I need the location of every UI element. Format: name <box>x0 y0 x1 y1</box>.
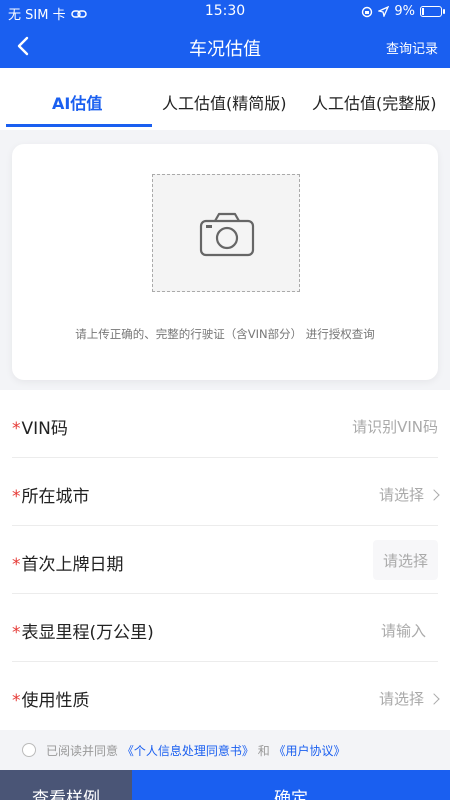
battery-icon <box>420 6 445 17</box>
required-mark: * <box>12 487 21 507</box>
agreement-prefix: 已阅读并同意 <box>46 744 119 758</box>
agreement-middle: 和 <box>257 744 270 758</box>
tab-ai-valuation[interactable]: AI估值 <box>52 90 102 114</box>
query-records-link[interactable]: 查询记录 <box>386 38 438 57</box>
rotation-lock-icon <box>362 6 373 17</box>
tab-manual-simple[interactable]: 人工估值(精简版) <box>162 90 287 114</box>
mileage-label-text: 表显里程(万公里) <box>21 623 154 643</box>
tab-active-indicator <box>6 124 152 127</box>
vin-label: *VIN码 <box>12 414 68 439</box>
bottom-actions: 查看样例 确定 <box>0 770 450 800</box>
status-right: 9% <box>361 4 445 19</box>
camera-icon <box>199 212 255 257</box>
view-sample-button[interactable]: 查看样例 <box>0 770 132 800</box>
chevron-right-icon <box>428 693 440 705</box>
required-mark: * <box>12 691 21 711</box>
form-row-city[interactable]: *所在城市 请选择 <box>12 458 440 526</box>
vin-label-text: VIN码 <box>21 419 68 439</box>
form-row-mileage[interactable]: *表显里程(万公里) 请输入 <box>12 594 438 662</box>
agreement-bar: 已阅读并同意 《个人信息处理同意书》 和 《用户协议》 <box>0 730 450 770</box>
first-registration-placeholder: 请选择 <box>382 551 428 570</box>
required-mark: * <box>12 555 21 575</box>
valuation-form: *VIN码 请识别VIN码 *所在城市 请选择 *首次上牌日期 请选择 *表显里… <box>0 390 450 730</box>
vin-input[interactable]: 请识别VIN码 <box>352 416 438 437</box>
usage-label: *使用性质 <box>12 686 90 711</box>
privacy-consent-link[interactable]: 《个人信息处理同意书》 <box>122 744 254 758</box>
status-bar: 无 SIM 卡 15:30 9% <box>0 0 450 24</box>
nav-bar: 车况估值 查询记录 <box>0 24 450 68</box>
city-select[interactable]: 请选择 <box>378 484 440 505</box>
usage-label-text: 使用性质 <box>21 691 90 711</box>
usage-select[interactable]: 请选择 <box>378 688 440 709</box>
license-upload-card: 请上传正确的、完整的行驶证（含VIN部分） 进行授权查询 <box>12 144 438 380</box>
agreement-checkbox[interactable] <box>22 743 36 757</box>
mileage-label: *表显里程(万公里) <box>12 618 154 643</box>
first-registration-label-text: 首次上牌日期 <box>21 555 124 575</box>
confirm-button[interactable]: 确定 <box>132 770 450 800</box>
required-mark: * <box>12 419 21 439</box>
battery-percent: 9% <box>394 4 415 19</box>
mileage-placeholder: 请输入 <box>380 622 426 640</box>
form-row-first-registration[interactable]: *首次上牌日期 请选择 <box>12 526 438 594</box>
agreement-text: 已阅读并同意 《个人信息处理同意书》 和 《用户协议》 <box>46 742 346 759</box>
required-mark: * <box>12 623 21 643</box>
tab-manual-full[interactable]: 人工估值(完整版) <box>312 90 437 114</box>
mileage-input[interactable]: 请输入 <box>381 620 426 641</box>
city-label-text: 所在城市 <box>21 487 90 507</box>
first-registration-label: *首次上牌日期 <box>12 550 124 575</box>
form-row-usage[interactable]: *使用性质 请选择 <box>12 662 440 730</box>
battery-fill <box>422 8 424 15</box>
valuation-tabs: AI估值 人工估值(精简版) 人工估值(完整版) <box>0 68 450 130</box>
first-registration-select[interactable]: 请选择 <box>372 540 438 580</box>
usage-placeholder: 请选择 <box>378 690 424 708</box>
vin-placeholder: 请识别VIN码 <box>352 418 438 436</box>
location-icon <box>378 6 390 17</box>
license-upload-area[interactable] <box>152 174 300 292</box>
form-row-vin[interactable]: *VIN码 请识别VIN码 <box>12 390 438 458</box>
upload-hint-text: 请上传正确的、完整的行驶证（含VIN部分） 进行授权查询 <box>75 327 375 341</box>
user-agreement-link[interactable]: 《用户协议》 <box>274 744 346 758</box>
page-title: 车况估值 <box>189 39 261 60</box>
chevron-right-icon <box>428 489 440 501</box>
city-placeholder: 请选择 <box>378 486 424 504</box>
city-label: *所在城市 <box>12 482 90 507</box>
